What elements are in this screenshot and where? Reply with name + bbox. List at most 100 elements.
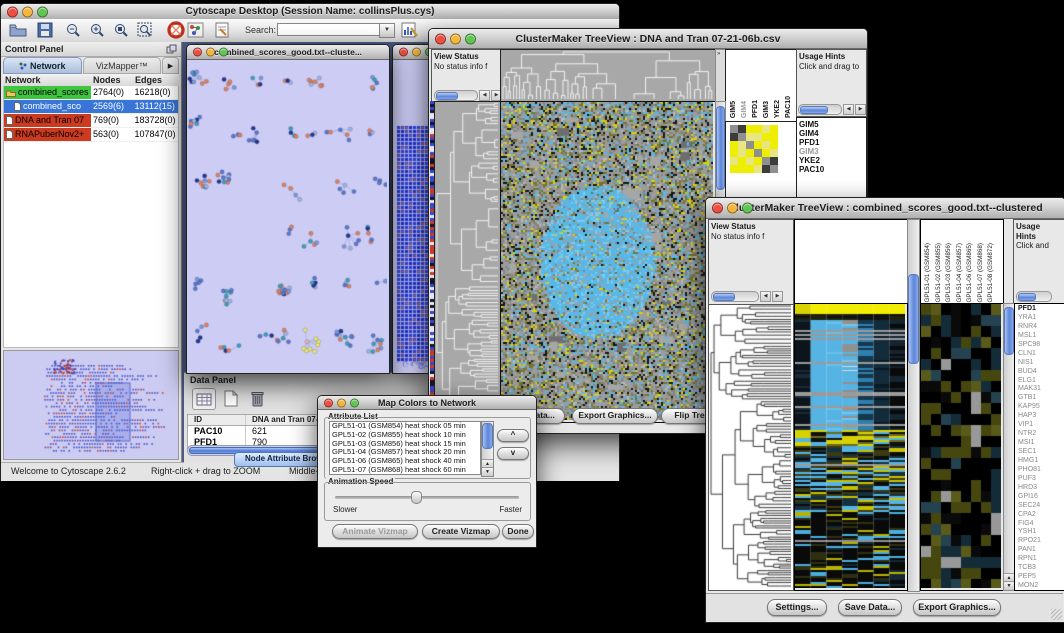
- tv1-similarity-matrix[interactable]: [730, 125, 778, 173]
- animation-speed-slider-thumb[interactable]: [411, 491, 422, 504]
- tv2-zoom-heatmap-canvas[interactable]: [921, 304, 1001, 588]
- close-icon[interactable]: [712, 203, 723, 214]
- zoom-window-icon[interactable]: [465, 33, 476, 44]
- matrix-cell[interactable]: [738, 149, 746, 157]
- close-icon[interactable]: [399, 48, 408, 57]
- matrix-cell[interactable]: [770, 125, 778, 133]
- tv1-status-slider[interactable]: ◀ ▶: [434, 90, 501, 100]
- network-window-title-bar[interactable]: combined_scores_good.txt--cluste...: [187, 45, 389, 60]
- close-icon[interactable]: [435, 33, 446, 44]
- close-icon[interactable]: [193, 48, 202, 57]
- zoom-in-icon[interactable]: [89, 22, 106, 39]
- down-arrow-icon[interactable]: ▼: [1004, 581, 1014, 590]
- matrix-cell[interactable]: [746, 149, 754, 157]
- minimize-icon[interactable]: [450, 33, 461, 44]
- new-doc-icon[interactable]: [220, 388, 242, 408]
- matrix-cell[interactable]: [746, 141, 754, 149]
- minimize-icon[interactable]: [412, 48, 421, 57]
- matrix-cell[interactable]: [762, 125, 770, 133]
- network-canvas-2[interactable]: [393, 60, 432, 373]
- matrix-cell[interactable]: [738, 141, 746, 149]
- tv2-main-scrollbar[interactable]: [907, 219, 920, 592]
- matrix-cell[interactable]: [754, 149, 762, 157]
- zoom-fit-icon[interactable]: [137, 22, 154, 39]
- birdseye-canvas[interactable]: [4, 351, 178, 459]
- right-arrow-icon[interactable]: ▶: [772, 291, 783, 302]
- matrix-cell[interactable]: [730, 165, 738, 173]
- matrix-cell[interactable]: [730, 141, 738, 149]
- save-icon[interactable]: [37, 22, 54, 38]
- zoom-window-icon[interactable]: [37, 6, 48, 17]
- tv2-usage-slider[interactable]: [1016, 291, 1052, 301]
- attribute-item[interactable]: GPL51-03 (GSM856) heat shock 15 min: [330, 440, 480, 449]
- matrix-cell[interactable]: [746, 165, 754, 173]
- tv1-row-dendrogram[interactable]: [435, 102, 498, 420]
- main-title-bar[interactable]: Cytoscape Desktop (Session Name: collins…: [1, 4, 619, 20]
- network-row[interactable]: combined_scores2764(0)16218(0): [4, 86, 178, 100]
- table-icon[interactable]: [192, 388, 216, 410]
- matrix-cell[interactable]: [754, 157, 762, 165]
- left-arrow-icon[interactable]: ◀: [843, 104, 854, 115]
- minimize-icon[interactable]: [727, 203, 738, 214]
- tv2-status-slider[interactable]: ◀ ▶: [711, 291, 783, 301]
- annotation-icon[interactable]: [214, 22, 231, 38]
- matrix-cell[interactable]: [770, 141, 778, 149]
- animation-speed-slider-track[interactable]: [335, 496, 519, 499]
- help-ring-icon[interactable]: [167, 21, 186, 40]
- zoom-window-icon[interactable]: [350, 398, 359, 407]
- tv1-column-dendrogram[interactable]: [501, 50, 713, 99]
- matrix-cell[interactable]: [762, 133, 770, 141]
- window-controls[interactable]: [7, 6, 48, 17]
- attribute-item[interactable]: GPL51-06 (GSM865) heat shock 40 min: [330, 457, 480, 466]
- search-dropdown-icon[interactable]: ▼: [379, 23, 395, 38]
- matrix-cell[interactable]: [730, 157, 738, 165]
- matrix-cell[interactable]: [762, 141, 770, 149]
- create-vizmap-button[interactable]: Create Vizmap: [422, 524, 500, 539]
- minimize-icon[interactable]: [22, 6, 33, 17]
- settings-button[interactable]: Settings...: [767, 599, 827, 616]
- matrix-cell[interactable]: [754, 165, 762, 173]
- matrix-cell[interactable]: [754, 133, 762, 141]
- tv1-heatmap-canvas[interactable]: [501, 102, 713, 420]
- matrix-cell[interactable]: [754, 125, 762, 133]
- save-data-button[interactable]: Save Data...: [838, 599, 902, 616]
- chart-edit-icon[interactable]: [401, 22, 419, 38]
- zoom-window-icon[interactable]: [219, 48, 228, 57]
- zoom-selected-icon[interactable]: [113, 22, 130, 39]
- network-row[interactable]: combined_sco2569(6)13112(15): [4, 100, 178, 114]
- trash-icon[interactable]: [246, 388, 268, 408]
- treeview2-title-bar[interactable]: ClusterMaker TreeView : combined_scores_…: [706, 198, 1064, 219]
- attribute-item[interactable]: GPL51-01 (GSM854) heat shock 05 min: [330, 422, 480, 431]
- open-folder-icon[interactable]: [9, 22, 27, 38]
- matrix-cell[interactable]: [746, 157, 754, 165]
- attribute-item[interactable]: GPL51-07 (GSM868) heat shock 60 min: [330, 466, 480, 475]
- attribute-list-scrollbar[interactable]: ▲ ▼: [481, 421, 494, 477]
- export-graphics-button[interactable]: Export Graphics...: [913, 599, 1001, 616]
- export-graphics-button[interactable]: Export Graphics...: [572, 408, 658, 424]
- resize-grip[interactable]: [1051, 609, 1062, 620]
- matrix-cell[interactable]: [770, 149, 778, 157]
- matrix-cell[interactable]: [730, 125, 738, 133]
- matrix-cell[interactable]: [738, 125, 746, 133]
- left-arrow-icon[interactable]: ◀: [760, 291, 771, 302]
- tab-vizmapper[interactable]: VizMapper™: [83, 57, 162, 74]
- network-canvas[interactable]: [187, 60, 387, 373]
- network-row[interactable]: DNA and Tran 07769(0)183728(0): [4, 114, 178, 128]
- close-icon[interactable]: [324, 398, 333, 407]
- matrix-cell[interactable]: [754, 141, 762, 149]
- minimize-icon[interactable]: [206, 48, 215, 57]
- minimize-icon[interactable]: [337, 398, 346, 407]
- down-arrow-icon[interactable]: ▼: [482, 467, 493, 476]
- tab-overflow-arrow[interactable]: ▶: [162, 57, 179, 74]
- move-up-button[interactable]: ^: [497, 429, 529, 442]
- matrix-cell[interactable]: [770, 133, 778, 141]
- network-overview-icon[interactable]: [187, 22, 204, 38]
- tv1-usage-slider[interactable]: ◀ ▶: [798, 104, 866, 114]
- float-panel-icon[interactable]: [166, 44, 177, 54]
- matrix-cell[interactable]: [762, 165, 770, 173]
- close-icon[interactable]: [7, 6, 18, 17]
- attribute-list[interactable]: GPL51-01 (GSM854) heat shock 05 minGPL51…: [329, 421, 481, 475]
- matrix-cell[interactable]: [730, 149, 738, 157]
- attribute-item[interactable]: GPL51-02 (GSM855) heat shock 10 min: [330, 431, 480, 440]
- matrix-cell[interactable]: [738, 165, 746, 173]
